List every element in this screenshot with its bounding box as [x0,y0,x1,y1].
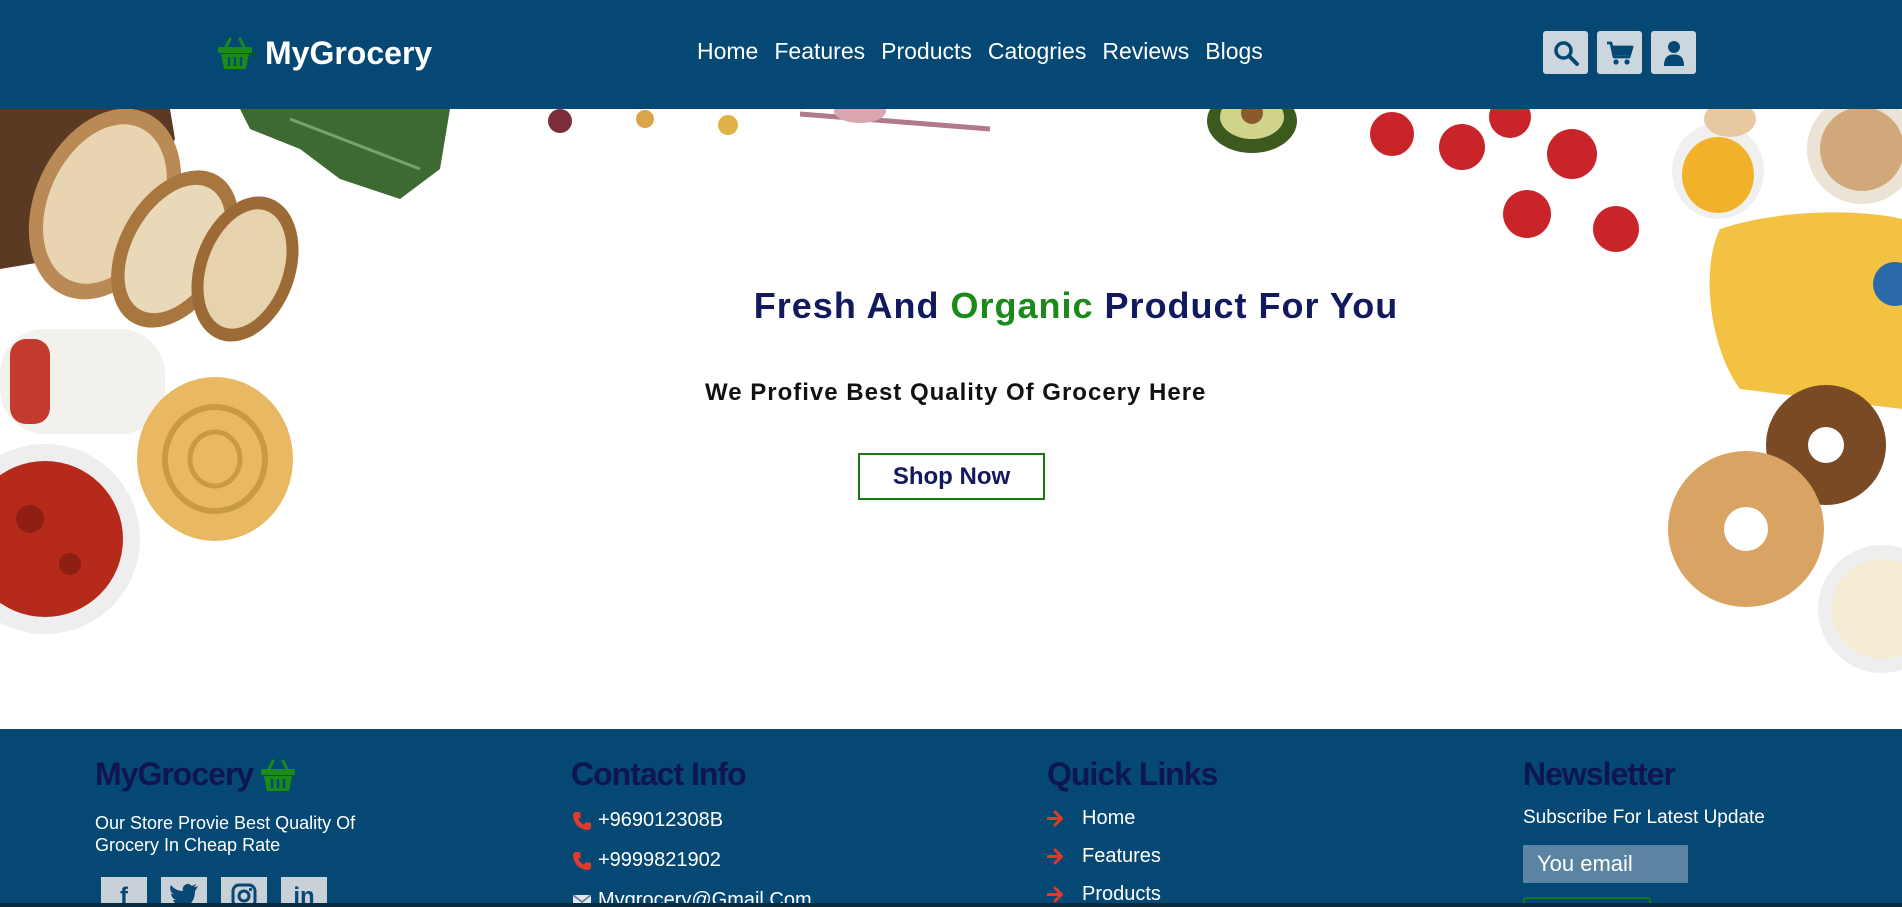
newsletter-text: Subscribe For Latest Update [1523,807,1765,828]
hero-title-accent: Organic [950,285,1094,326]
arrow-right-icon [1047,848,1063,865]
arrow-right-icon [1047,810,1063,827]
user-button[interactable] [1651,31,1696,74]
arrow-right-icon [1047,886,1063,903]
nav-icon-group [1543,31,1696,74]
phone-icon [573,811,591,830]
contact-heading: Contact Info [571,756,747,792]
contact-phone-1[interactable]: +969012308B [572,809,723,832]
nav-home[interactable]: Home [697,38,758,65]
quick-link-home-label: Home [1082,807,1136,829]
cart-button[interactable] [1597,31,1642,74]
quick-links-heading: Quick Links [1047,756,1218,792]
hero-title-part1: Fresh And [753,285,940,326]
nav-products[interactable]: Products [881,38,972,65]
contact-phone-2[interactable]: +9999821902 [572,849,721,872]
footer-brand-text: MyGrocery [95,756,254,792]
search-button[interactable] [1543,31,1588,74]
page-bottom-border [0,903,1902,907]
navbar: MyGrocery Home Features Products Catogri… [0,0,1902,109]
user-icon [1663,40,1684,66]
nav-blogs[interactable]: Blogs [1205,38,1263,65]
nav-features[interactable]: Features [774,38,865,65]
hero-banner: Fresh And Organic Product For You We Pro… [0,109,1902,729]
footer-brand-heading: MyGrocery [95,756,297,793]
logo[interactable]: MyGrocery [217,33,432,73]
contact-phone-1-text: +969012308B [598,809,724,831]
quick-link-features-label: Features [1082,845,1161,867]
hero-title-part2: Product For You [1104,285,1399,326]
footer: MyGrocery Our Store Provie Best Quality … [0,729,1902,907]
nav-categories[interactable]: Catogries [988,38,1086,65]
quick-link-home[interactable]: Home [1047,807,1135,830]
basket-icon [218,37,252,69]
newsletter-heading: Newsletter [1523,756,1676,792]
search-icon [1553,40,1579,66]
newsletter-email-input[interactable] [1523,845,1688,883]
quick-link-features[interactable]: Features [1047,845,1161,868]
basket-icon [261,759,296,791]
footer-brand-description: Our Store Provie Best Quality Of Grocery… [95,813,356,855]
main-nav: Home Features Products Catogries Reviews… [697,38,1263,65]
logo-text: MyGrocery [265,34,433,71]
contact-phone-2-text: +9999821902 [598,849,721,871]
cart-icon [1606,41,1633,65]
phone-icon [573,851,591,870]
hero-title: Fresh And Organic Product For You [0,285,1902,327]
hero-food-decoration [0,109,1902,673]
hero-subtitle: We Profive Best Quality Of Grocery Here [705,379,1207,406]
nav-reviews[interactable]: Reviews [1102,38,1189,65]
shop-now-button[interactable]: Shop Now [858,453,1045,500]
